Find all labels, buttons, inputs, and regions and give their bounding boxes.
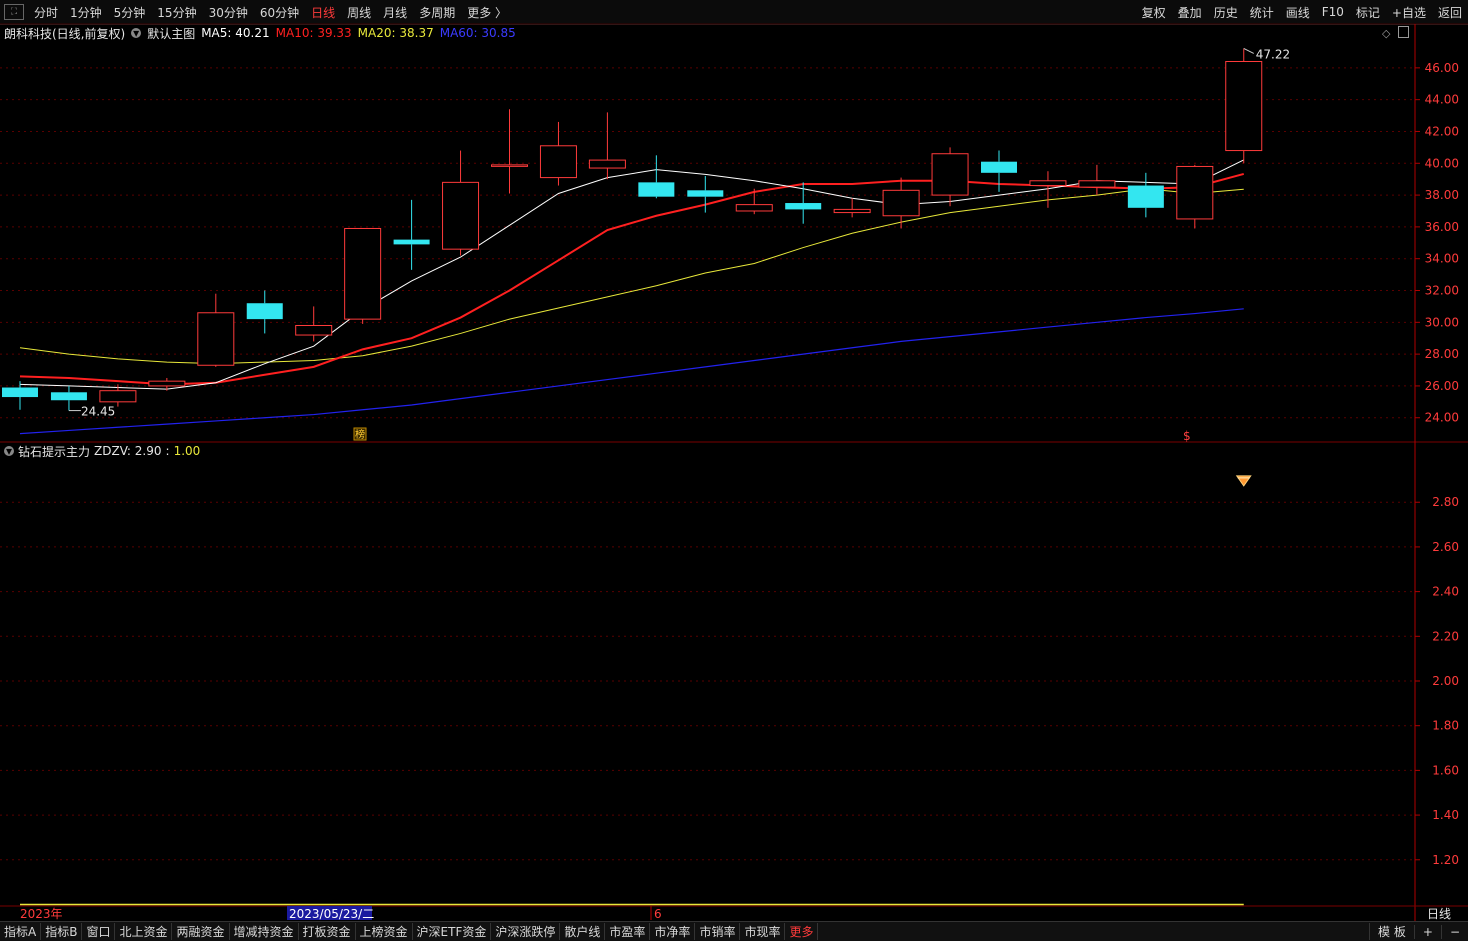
candle-body bbox=[99, 390, 137, 403]
candle-body bbox=[1225, 60, 1263, 152]
high-marker-line bbox=[1243, 48, 1254, 54]
candle-body bbox=[442, 181, 480, 250]
bottom-tab[interactable]: 散户线 bbox=[560, 923, 606, 940]
candle-body bbox=[687, 190, 724, 197]
bottom-tab[interactable]: 更多 bbox=[785, 923, 819, 940]
y-tick-label: 2.80 bbox=[1432, 495, 1459, 509]
y-tick-label: 34.00 bbox=[1425, 252, 1459, 266]
candle-body bbox=[882, 189, 920, 217]
bottom-right-button[interactable]: − bbox=[1440, 924, 1468, 939]
time-axis-year: 2023年 bbox=[20, 907, 63, 921]
candle-body bbox=[491, 164, 528, 167]
candle-body bbox=[588, 159, 626, 169]
cursor-date: 2023/05/23/二 bbox=[289, 907, 374, 921]
candle-body bbox=[393, 239, 430, 245]
y-tick-label: 40.00 bbox=[1425, 156, 1459, 170]
bottom-tab[interactable]: 北上资金 bbox=[115, 923, 173, 940]
bottom-tab[interactable]: 窗口 bbox=[82, 923, 116, 940]
y-tick-label: 1.80 bbox=[1432, 719, 1459, 733]
y-tick-label: 42.00 bbox=[1425, 124, 1459, 138]
candle-body bbox=[931, 153, 969, 196]
bottom-tab[interactable]: 指标A bbox=[0, 923, 42, 940]
bottom-tab[interactable]: 指标B bbox=[41, 923, 83, 940]
y-tick-label: 28.00 bbox=[1425, 347, 1459, 361]
y-tick-label: 36.00 bbox=[1425, 220, 1459, 234]
bottom-tab[interactable]: 市销率 bbox=[695, 923, 741, 940]
candle-body bbox=[148, 380, 186, 387]
candle-body bbox=[295, 324, 333, 336]
y-tick-label: 1.60 bbox=[1432, 763, 1459, 777]
bottom-toolbar: 指标A 指标B 窗口 北上资金 两融资金 增减持资金 打板资金 上榜资金 沪深ETF资金 沪深涨跌… bbox=[0, 921, 1468, 941]
candle-body bbox=[246, 303, 283, 320]
y-tick-label: 26.00 bbox=[1425, 379, 1459, 393]
s-tag: $ bbox=[1183, 429, 1191, 443]
candle-body bbox=[1127, 185, 1164, 208]
y-tick-label: 32.00 bbox=[1425, 284, 1459, 298]
candle-body bbox=[981, 161, 1017, 173]
low-label: 24.45 bbox=[81, 405, 115, 419]
candle-body bbox=[785, 203, 822, 210]
bottom-tab[interactable]: 增减持资金 bbox=[230, 923, 299, 940]
period-label: 日线 bbox=[1427, 907, 1451, 921]
y-tick-label: 1.20 bbox=[1432, 853, 1459, 867]
bottom-tab[interactable]: 沪深涨跌停 bbox=[491, 923, 561, 940]
candle-body bbox=[735, 204, 773, 212]
y-tick-label: 2.00 bbox=[1432, 674, 1459, 688]
y-tick-label: 38.00 bbox=[1425, 188, 1459, 202]
time-axis-month: 6 bbox=[654, 907, 662, 921]
bottom-tab[interactable]: 市现率 bbox=[740, 923, 786, 940]
candle-body bbox=[638, 182, 675, 197]
candle-body bbox=[1176, 165, 1214, 220]
candle-body bbox=[197, 312, 235, 366]
candle-body bbox=[1078, 180, 1116, 188]
y-tick-label: 46.00 bbox=[1425, 61, 1459, 75]
candle-body bbox=[833, 208, 871, 214]
candle-body bbox=[2, 387, 38, 398]
bottom-tab[interactable]: 两融资金 bbox=[172, 923, 230, 940]
bottom-right-button[interactable]: + bbox=[1413, 924, 1441, 939]
bang-tag: 榜 bbox=[355, 428, 365, 441]
candle-body bbox=[539, 145, 577, 179]
high-label: 47.22 bbox=[1256, 47, 1290, 61]
y-tick-label: 2.20 bbox=[1432, 629, 1459, 643]
candle-body bbox=[1029, 180, 1067, 187]
bottom-tab[interactable]: 沪深ETF资金 bbox=[413, 923, 492, 940]
y-tick-label: 24.00 bbox=[1425, 411, 1459, 425]
bottom-tab[interactable]: 市盈率 bbox=[605, 923, 651, 940]
bottom-tab[interactable]: 上榜资金 bbox=[356, 923, 413, 940]
bottom-tab[interactable]: 市净率 bbox=[650, 923, 696, 940]
y-tick-label: 30.00 bbox=[1425, 315, 1459, 329]
y-tick-label: 1.40 bbox=[1432, 808, 1459, 822]
bottom-tab[interactable]: 打板资金 bbox=[299, 923, 356, 940]
chart-canvas[interactable]: 24.00 26.00 28.00 30.00 32.00 34.00 36.00 38.00… bbox=[0, 0, 1468, 940]
y-tick-label: 2.40 bbox=[1432, 585, 1459, 599]
y-tick-label: 2.60 bbox=[1432, 540, 1459, 554]
candle-body bbox=[50, 392, 87, 401]
bottom-right-button[interactable]: 模 板 bbox=[1369, 923, 1414, 940]
candle-body bbox=[344, 227, 382, 320]
y-tick-label: 44.00 bbox=[1425, 93, 1459, 107]
